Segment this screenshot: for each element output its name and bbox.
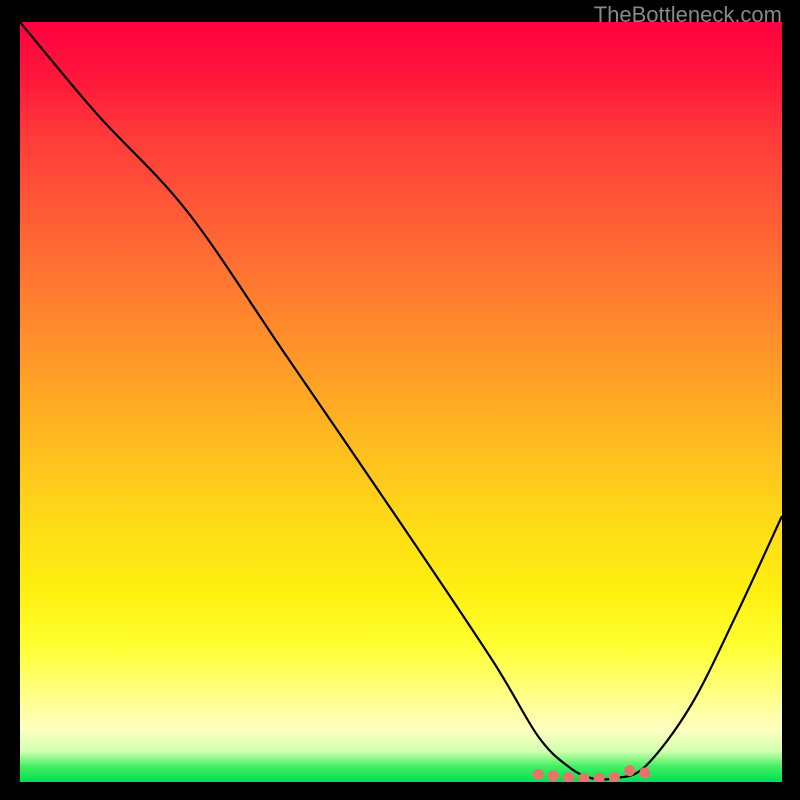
watermark-text: TheBottleneck.com	[594, 2, 782, 28]
optimal-marker	[639, 767, 650, 778]
optimal-marker	[548, 770, 559, 781]
optimal-range-markers	[533, 765, 651, 782]
optimal-marker	[609, 772, 620, 782]
optimal-marker	[563, 772, 574, 782]
optimal-marker	[624, 765, 635, 776]
plot-area	[20, 22, 782, 782]
optimal-marker	[594, 773, 605, 782]
optimal-marker	[533, 769, 544, 780]
bottleneck-chart	[20, 22, 782, 782]
bottleneck-curve-path	[20, 22, 782, 780]
